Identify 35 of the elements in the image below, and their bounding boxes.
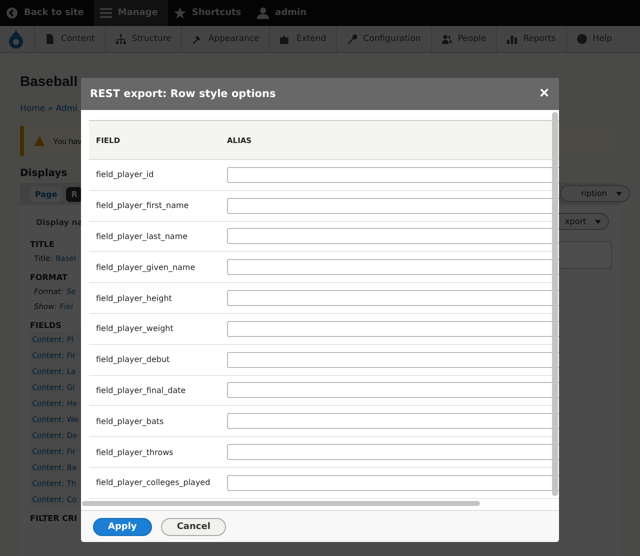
table-cell-text: field_player_debut bbox=[95, 355, 171, 364]
alias-field[interactable] bbox=[227, 198, 559, 214]
alias-field[interactable] bbox=[227, 413, 559, 430]
table-cell-text: field_player_weight bbox=[95, 324, 174, 334]
horizontal-scrollbar[interactable] bbox=[82, 501, 480, 506]
alias-field[interactable] bbox=[227, 382, 559, 398]
alias-field[interactable] bbox=[227, 320, 559, 337]
section-heading: Displays bbox=[20, 168, 68, 179]
table-cell-text: field_player_height bbox=[95, 294, 173, 303]
vertical-scrollbar[interactable] bbox=[552, 112, 558, 496]
section-heading: FILTER CRI bbox=[30, 514, 78, 523]
section-heading: FIELDS bbox=[30, 321, 62, 330]
table-cell-text: field_player_throws bbox=[95, 448, 174, 457]
alias-field[interactable] bbox=[227, 259, 559, 276]
page-title: Baseball bbox=[20, 73, 78, 91]
close-button[interactable]: × bbox=[540, 85, 549, 103]
alias-field[interactable] bbox=[227, 444, 559, 460]
table-cell-text: field_player_bats bbox=[95, 416, 165, 426]
table-cell-text: field_player_final_date bbox=[95, 386, 187, 395]
dialog-title: REST export: Row style options bbox=[90, 88, 276, 100]
alias-field[interactable] bbox=[227, 352, 559, 368]
table-cell-text: field_player_first_name bbox=[95, 201, 190, 210]
alias-field[interactable] bbox=[227, 474, 559, 491]
alias-field[interactable] bbox=[227, 166, 559, 183]
table-cell-text: field_player_colleges_played bbox=[95, 478, 212, 488]
section-heading: FORMAT bbox=[30, 273, 68, 282]
section-heading: TITLE bbox=[30, 240, 54, 249]
table-cell-text: field_player_id bbox=[95, 170, 155, 180]
table-cell-text: field_player_last_name bbox=[95, 232, 189, 241]
warning-text: You hav bbox=[53, 136, 82, 146]
alias-field[interactable] bbox=[227, 228, 559, 244]
table-cell-text: field_player_given_name bbox=[95, 262, 196, 272]
alias-field[interactable] bbox=[227, 290, 559, 306]
apply-button[interactable]: Apply bbox=[93, 518, 152, 536]
cancel-button[interactable]: Cancel bbox=[160, 518, 226, 536]
